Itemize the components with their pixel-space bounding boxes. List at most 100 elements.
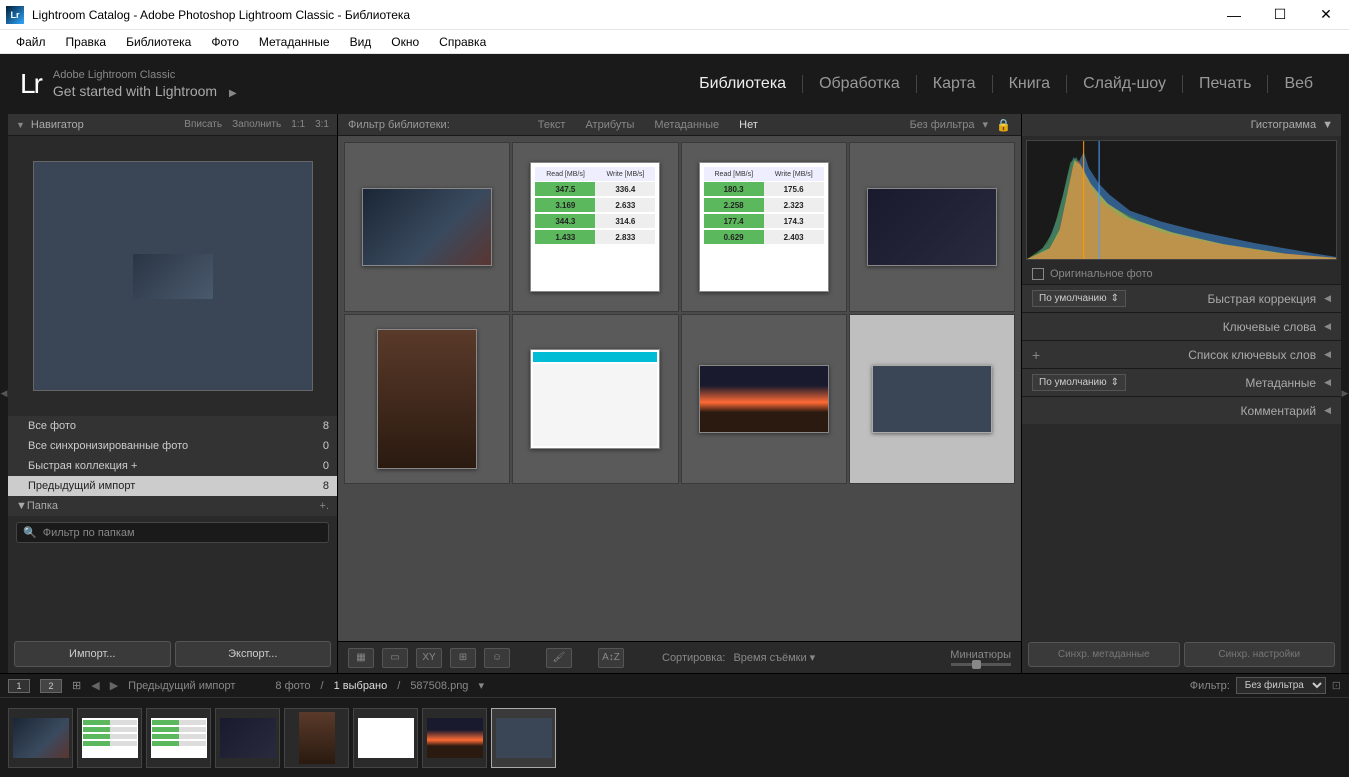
menu-photo[interactable]: Фото [201, 32, 249, 52]
nav-1-1[interactable]: 1:1 [291, 119, 305, 130]
preset-dropdown[interactable]: По умолчанию ⇕ [1032, 290, 1126, 307]
filmstrip-thumb[interactable] [422, 708, 487, 768]
catalog-synced[interactable]: Все синхронизированные фото0 [8, 436, 337, 456]
module-picker: Библиотека Обработка Карта Книга Слайд-ш… [683, 75, 1329, 93]
module-map[interactable]: Карта [917, 75, 993, 93]
minimize-button[interactable]: — [1211, 0, 1257, 30]
grid-view-button[interactable]: ▦ [348, 648, 374, 668]
add-folder-icon[interactable]: +. [320, 500, 329, 512]
menu-window[interactable]: Окно [381, 32, 429, 52]
current-filename: 587508.png [410, 680, 468, 692]
navigator-header[interactable]: ▼ Навигатор Вписать Заполнить 1:1 3:1 [8, 114, 337, 136]
sort-direction-button[interactable]: A↕Z [598, 648, 624, 668]
filmstrip-thumb[interactable] [353, 708, 418, 768]
titlebar: Lr Lightroom Catalog - Adobe Photoshop L… [0, 0, 1349, 30]
export-button[interactable]: Экспорт... [175, 641, 332, 667]
sync-metadata-button[interactable]: Синхр. метаданные [1028, 642, 1180, 667]
menu-help[interactable]: Справка [429, 32, 496, 52]
filter-dropdown[interactable]: Без фильтра [1236, 677, 1326, 694]
chevron-down-icon[interactable]: ▾ [983, 118, 989, 131]
comments-header[interactable]: Комментарий◀ [1022, 396, 1341, 424]
compare-view-button[interactable]: XY [416, 648, 442, 668]
nav-fit[interactable]: Вписать [184, 119, 222, 130]
sync-settings-button[interactable]: Синхр. настройки [1184, 642, 1336, 667]
survey-view-button[interactable]: ⊞ [450, 648, 476, 668]
module-library[interactable]: Библиотека [683, 75, 803, 93]
menu-file[interactable]: Файл [6, 32, 56, 52]
lock-icon[interactable]: 🔒 [996, 118, 1011, 132]
close-button[interactable]: ✕ [1303, 0, 1349, 30]
module-book[interactable]: Книга [993, 75, 1067, 93]
menu-metadata[interactable]: Метаданные [249, 32, 340, 52]
nav-forward-icon[interactable]: ▶ [110, 679, 118, 692]
catalog-all-photos[interactable]: Все фото8 [8, 416, 337, 436]
module-web[interactable]: Веб [1268, 75, 1329, 93]
menu-view[interactable]: Вид [340, 32, 382, 52]
loupe-view-button[interactable]: ▭ [382, 648, 408, 668]
filter-switch-icon[interactable]: ⊡ [1332, 679, 1341, 692]
nav-3-1[interactable]: 3:1 [315, 119, 329, 130]
filmstrip-thumb-selected[interactable] [491, 708, 556, 768]
left-panel-toggle[interactable]: ◀ [0, 114, 8, 673]
grid-cell[interactable] [512, 314, 678, 484]
metadata-header[interactable]: По умолчанию ⇕ Метаданные◀ [1022, 368, 1341, 396]
filter-preset[interactable]: Без фильтра [910, 119, 975, 131]
navigator-preview[interactable] [8, 136, 337, 416]
filmstrip-info-bar: 1 2 ⊞ ◀ ▶ Предыдущий импорт 8 фото / 1 в… [0, 673, 1349, 697]
menu-edit[interactable]: Правка [56, 32, 117, 52]
product-name: Adobe Lightroom Classic [53, 68, 237, 82]
filmstrip-thumb[interactable] [146, 708, 211, 768]
grid-cell[interactable]: Read [MB/s]Write [MB/s] 180.3175.6 2.258… [681, 142, 847, 312]
keyword-list-header[interactable]: + Список ключевых слов◀ [1022, 340, 1341, 368]
get-started-link[interactable]: Get started with Lightroom ▶ [53, 82, 237, 100]
original-photo-check[interactable]: Оригинальное фото [1022, 264, 1341, 284]
folders-header[interactable]: ▼ Папка +. [8, 496, 337, 516]
add-keyword-icon[interactable]: + [1032, 347, 1040, 363]
thumb-size-slider[interactable] [951, 663, 1011, 666]
grid-toggle-icon[interactable]: ⊞ [72, 679, 81, 692]
filmstrip-thumb[interactable] [77, 708, 142, 768]
filmstrip [0, 697, 1349, 777]
grid-cell[interactable]: Read [MB/s]Write [MB/s] 347.5336.4 3.169… [512, 142, 678, 312]
metadata-preset-dropdown[interactable]: По умолчанию ⇕ [1032, 374, 1126, 391]
monitor-2-button[interactable]: 2 [40, 679, 62, 693]
module-print[interactable]: Печать [1183, 75, 1268, 93]
chevron-down-icon[interactable]: ▾ [478, 679, 484, 692]
right-panel-toggle[interactable]: ▶ [1341, 114, 1349, 673]
filter-text[interactable]: Текст [534, 117, 570, 133]
catalog-quick-collection[interactable]: Быстрая коллекция +0 [8, 456, 337, 476]
keywords-header[interactable]: Ключевые слова◀ [1022, 312, 1341, 340]
people-view-button[interactable]: ☺ [484, 648, 510, 668]
filter-metadata[interactable]: Метаданные [650, 117, 723, 133]
nav-back-icon[interactable]: ◀ [91, 679, 99, 692]
grid-cell[interactable] [344, 314, 510, 484]
maximize-button[interactable]: ☐ [1257, 0, 1303, 30]
filmstrip-thumb[interactable] [284, 708, 349, 768]
nav-fill[interactable]: Заполнить [232, 119, 281, 130]
filmstrip-thumb[interactable] [8, 708, 73, 768]
quick-develop-header[interactable]: По умолчанию ⇕ Быстрая коррекция◀ [1022, 284, 1341, 312]
triangle-down-icon: ▼ [1322, 119, 1333, 131]
import-button[interactable]: Импорт... [14, 641, 171, 667]
monitor-1-button[interactable]: 1 [8, 679, 30, 693]
checkbox-icon[interactable] [1032, 268, 1044, 280]
painter-tool[interactable]: 🖌 [546, 648, 572, 668]
sort-value[interactable]: Время съёмки ▾ [733, 651, 815, 664]
histogram-header[interactable]: Гистограмма ▼ [1022, 114, 1341, 136]
source-label[interactable]: Предыдущий импорт [128, 680, 235, 692]
filter-attribute[interactable]: Атрибуты [581, 117, 638, 133]
grid-cell-selected[interactable] [849, 314, 1015, 484]
grid-cell[interactable] [344, 142, 510, 312]
menu-library[interactable]: Библиотека [116, 32, 201, 52]
module-slideshow[interactable]: Слайд-шоу [1067, 75, 1183, 93]
menubar: Файл Правка Библиотека Фото Метаданные В… [0, 30, 1349, 54]
filmstrip-thumb[interactable] [215, 708, 280, 768]
grid-cell[interactable] [849, 142, 1015, 312]
filter-none[interactable]: Нет [735, 117, 762, 133]
thumb-size-label: Миниатюры [950, 649, 1011, 661]
grid-cell[interactable] [681, 314, 847, 484]
module-develop[interactable]: Обработка [803, 75, 917, 93]
histogram[interactable] [1026, 140, 1337, 260]
folder-filter-input[interactable]: 🔍 Фильтр по папкам [16, 522, 329, 543]
catalog-previous-import[interactable]: Предыдущий импорт8 [8, 476, 337, 496]
